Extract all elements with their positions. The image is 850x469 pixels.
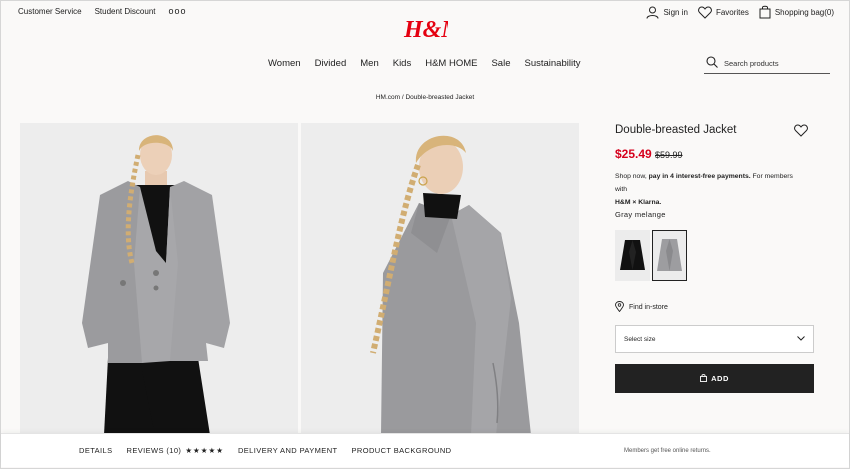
nav-item-sustainability[interactable]: Sustainability [524,58,580,69]
breadcrumb[interactable]: HM.com / Double-breasted Jacket [0,94,850,101]
user-icon [646,6,659,19]
favorites-link[interactable]: Favorites [698,5,749,19]
find-in-store-label: Find in-store [629,304,668,311]
more-menu-button[interactable]: ooo [169,7,187,16]
klarna-prefix: Shop now, [615,173,649,180]
add-button-label: ADD [711,374,729,383]
product-title: Double-breasted Jacket [615,124,737,136]
search-input[interactable] [724,59,824,68]
heart-icon [794,124,808,141]
nav-item-men[interactable]: Men [360,58,378,69]
find-in-store-link[interactable]: Find in-store [615,301,668,314]
location-pin-icon [615,301,624,314]
search-box [704,54,830,74]
color-name: Gray melange [615,210,666,219]
nav-item-divided[interactable]: Divided [315,58,347,69]
tab-reviews[interactable]: REVIEWS (10) ★★★★★ [127,446,224,455]
reviews-label: REVIEWS (10) [126,446,182,455]
search-icon[interactable] [706,55,718,73]
bag-icon [700,373,708,384]
size-select-label: Select size [624,335,656,343]
product-tabs: DETAILS REVIEWS (10) ★★★★★ DELIVERY AND P… [79,446,452,455]
tab-details[interactable]: DETAILS [79,446,113,455]
klarna-bold-text: pay in 4 interest-free payments. [648,173,751,180]
heart-icon [698,5,712,19]
size-select[interactable]: Select size [615,325,814,353]
klarna-info: Shop now, pay in 4 interest-free payment… [615,170,805,209]
logo-text: H&M [403,17,448,43]
sign-in-link[interactable]: Sign in [646,6,688,19]
favorites-label: Favorites [715,7,749,17]
shopping-bag-link[interactable]: Shopping bag(0) [759,5,834,19]
tab-product-background[interactable]: PRODUCT BACKGROUND [352,446,452,455]
current-price: $25.49 [615,147,652,161]
student-discount-link[interactable]: Student Discount [95,7,156,16]
nav-item-kids[interactable]: Kids [393,58,411,69]
shopping-bag-label: Shopping bag(0) [774,7,834,17]
product-image-side[interactable] [301,123,579,435]
klarna-brand: H&M × Klarna. [615,199,662,206]
customer-service-link[interactable]: Customer Service [18,7,82,16]
hm-logo[interactable]: H&M [400,12,464,44]
main-nav: Women Divided Men Kids H&M HOME Sale Sus… [268,58,580,69]
account-bar: Sign in Favorites Shopping bag(0) [636,5,834,19]
utility-bar: Customer Service Student Discount ooo [18,7,187,17]
returns-note: Members get free online returns. [624,448,711,454]
nav-item-hm-home[interactable]: H&M HOME [425,58,477,69]
rating-stars: ★★★★★ [185,446,224,455]
bag-icon [759,5,771,19]
chevron-down-icon [797,335,805,343]
nav-item-sale[interactable]: Sale [491,58,510,69]
swatch-gray-melange[interactable] [652,230,687,281]
product-image-front[interactable] [20,123,298,435]
original-price: $59.99 [655,150,683,160]
product-tabs-bar: DETAILS REVIEWS (10) ★★★★★ DELIVERY AND P… [1,433,849,467]
tab-delivery-and-payment[interactable]: DELIVERY AND PAYMENT [238,446,338,455]
sign-in-label: Sign in [663,7,688,17]
add-to-bag-button[interactable]: ADD [615,364,814,393]
swatch-black[interactable] [615,230,650,281]
nav-item-women[interactable]: Women [268,58,301,69]
favorite-toggle[interactable] [794,124,808,142]
